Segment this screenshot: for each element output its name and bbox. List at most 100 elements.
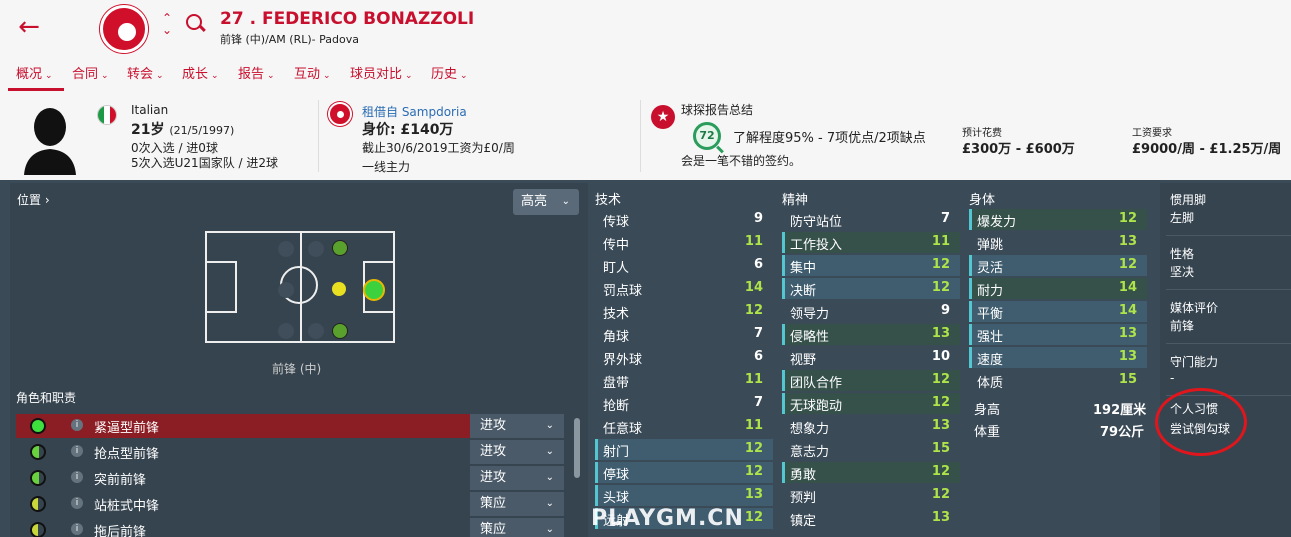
attribute-row[interactable]: 想象力 13 [782,416,960,437]
attribute-row[interactable]: 弹跳 13 [969,232,1147,253]
attribute-row[interactable]: 视野 10 [782,347,960,368]
media-label: 媒体评价 [1170,301,1219,315]
attribute-row[interactable]: 界外球 6 [595,347,773,368]
attribute-value: 14 [1118,303,1137,318]
attribute-key-marker [595,393,598,414]
attribute-row[interactable]: 集中 12 [782,255,960,276]
gk-label: 守门能力 [1170,355,1219,369]
attribute-row[interactable]: 镇定 13 [782,508,960,529]
attribute-name: 停球 [603,468,630,483]
attribute-row[interactable]: 耐力 14 [969,278,1147,299]
attribute-row[interactable]: 决断 12 [782,278,960,299]
attribute-name: 射门 [603,445,630,460]
attribute-row[interactable]: 爆发力 12 [969,209,1147,230]
divider [1166,343,1291,344]
attribute-row[interactable]: 角球 7 [595,324,773,345]
media-value: 前锋 [1170,319,1195,333]
position-dot-amc [332,282,346,296]
tab-reports[interactable]: 报告 ⌄ [238,63,275,91]
attribute-row[interactable]: 无球跑动 12 [782,393,960,414]
attribute-value: 11 [931,234,950,249]
mental-title: 精神 [782,193,809,208]
attribute-value: 12 [931,487,950,502]
search-icon[interactable] [186,14,202,30]
info-icon[interactable]: i [71,523,83,535]
role-row[interactable]: i 紧逼型前锋 [16,414,470,438]
attribute-row[interactable]: 盘带 11 [595,370,773,391]
attribute-key-marker [782,301,785,322]
prev-next-icon[interactable]: ⌃ ⌄ [160,12,174,36]
est-fee-label: 预计花费 [962,128,1002,139]
weight-label: 体重 [974,425,1001,440]
attribute-row[interactable]: 勇敢 12 [782,462,960,483]
attribute-row[interactable]: 技术 12 [595,301,773,322]
attribute-name: 界外球 [603,353,643,368]
attribute-row[interactable]: 任意球 11 [595,416,773,437]
attribute-value: 7 [940,211,950,226]
tab-overview[interactable]: 概况 ⌄ [8,63,64,91]
scout-rating-badge: 72 [693,122,721,150]
tab-contract[interactable]: 合同 ⌄ [72,63,109,91]
attribute-row[interactable]: 灵活 12 [969,255,1147,276]
info-icon[interactable]: i [71,419,83,431]
tab-interaction[interactable]: 互动 ⌄ [294,63,331,91]
info-icon[interactable]: i [71,471,83,483]
attribute-row[interactable]: 抢断 7 [595,393,773,414]
highlight-dropdown[interactable]: 高亮 ⌄ [513,189,579,215]
position-header[interactable]: 位置 › [17,191,50,208]
attribute-row[interactable]: 传球 9 [595,209,773,230]
attribute-row[interactable]: 罚点球 14 [595,278,773,299]
attribute-name: 速度 [977,353,1004,368]
attribute-value: 6 [753,257,763,272]
scout-verdict: 会是一笔不错的签约。 [681,154,802,168]
duty-select[interactable]: 策应 ⌄ [470,492,564,516]
attribute-row[interactable]: 强壮 13 [969,324,1147,345]
duty-select[interactable]: 策应 ⌄ [470,518,564,537]
attribute-row[interactable]: 团队合作 12 [782,370,960,391]
role-row[interactable]: i 站桩式中锋 [16,492,470,516]
attribute-row[interactable]: 盯人 6 [595,255,773,276]
attribute-row[interactable]: 射门 12 [595,439,773,460]
attribute-key-marker [969,324,972,345]
attribute-row[interactable]: 传中 11 [595,232,773,253]
technical-title: 技术 [595,193,622,208]
tab-transfer[interactable]: 转会 ⌄ [127,63,164,91]
role-suitability-icon [30,522,46,537]
attribute-row[interactable]: 领导力 9 [782,301,960,322]
role-row[interactable]: i 突前前锋 [16,466,470,490]
attribute-row[interactable]: 防守站位 7 [782,209,960,230]
star-icon: ★ [651,105,675,129]
page-title: 27 . FEDERICO BONAZZOLI [220,9,475,29]
attribute-row[interactable]: 速度 13 [969,347,1147,368]
attribute-value: 15 [931,441,950,456]
attribute-key-marker [782,232,785,253]
attribute-row[interactable]: 侵略性 13 [782,324,960,345]
attribute-name: 盘带 [603,376,630,391]
duty-select[interactable]: 进攻 ⌄ [470,466,564,490]
tab-history[interactable]: 历史 ⌄ [431,63,468,91]
duty-select[interactable]: 进攻 ⌄ [470,414,564,438]
attribute-key-marker [782,370,785,391]
attribute-row[interactable]: 体质 15 [969,370,1147,391]
attribute-row[interactable]: 头球 13 [595,485,773,506]
info-icon[interactable]: i [71,445,83,457]
attribute-value: 13 [931,510,950,525]
position-dot-amr [332,323,348,339]
role-row[interactable]: i 抢点型前锋 [16,440,470,464]
duty-select[interactable]: 进攻 ⌄ [470,440,564,464]
tab-compare[interactable]: 球员对比 ⌄ [350,63,413,91]
attribute-row[interactable]: 平衡 14 [969,301,1147,322]
back-arrow-icon[interactable]: ← [14,12,44,42]
attribute-name: 工作投入 [790,238,843,253]
info-icon[interactable]: i [71,497,83,509]
attribute-key-marker [782,508,785,529]
attribute-row[interactable]: 预判 12 [782,485,960,506]
loan-from-link[interactable]: 租借自 Sampdoria [362,103,467,120]
roles-scrollbar[interactable] [574,418,580,478]
attribute-name: 平衡 [977,307,1004,322]
attribute-row[interactable]: 工作投入 11 [782,232,960,253]
attribute-row[interactable]: 意志力 15 [782,439,960,460]
tab-development[interactable]: 成长 ⌄ [182,63,219,91]
role-row[interactable]: i 拖后前锋 [16,518,470,537]
attribute-row[interactable]: 停球 12 [595,462,773,483]
